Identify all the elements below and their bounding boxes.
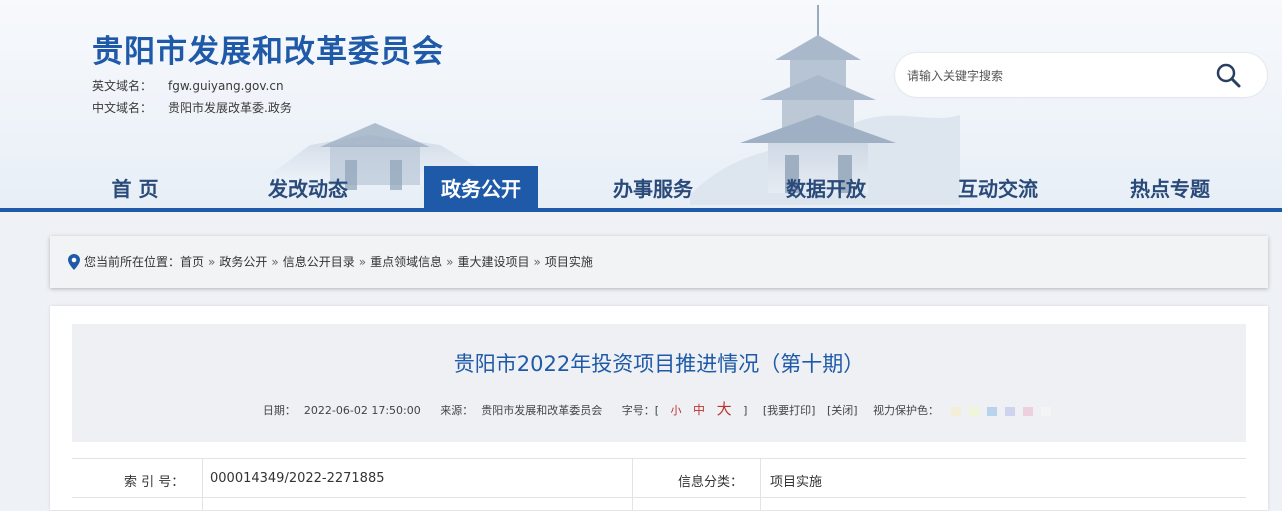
nav-item-open-data[interactable]: 数据开放 xyxy=(766,166,886,209)
nav-underline xyxy=(0,208,1282,212)
font-large-button[interactable]: 大 xyxy=(717,400,732,418)
en-domain-label: 英文域名： xyxy=(92,79,153,93)
nav-item-topics[interactable]: 热点专题 xyxy=(1110,166,1230,209)
search-box xyxy=(895,53,1267,97)
breadcrumb-item-home[interactable]: 首页 xyxy=(180,253,204,270)
nav-item-services[interactable]: 办事服务 xyxy=(593,166,713,209)
breadcrumb-prefix: 您当前所在位置： xyxy=(84,255,181,269)
breadcrumb-item-catalog[interactable]: 信息公开目录 xyxy=(283,253,355,270)
font-size-label: 字号：[ xyxy=(621,404,660,417)
breadcrumb-item-major-projects[interactable]: 重大建设项目 xyxy=(457,253,529,270)
article-title: 贵阳市2022年投资项目推进情况（第十期） xyxy=(453,352,865,376)
search-input[interactable] xyxy=(905,65,1199,87)
font-medium-button[interactable]: 中 xyxy=(693,403,705,417)
eye-color-swatch[interactable] xyxy=(987,406,998,416)
breadcrumb-separator: » xyxy=(208,254,216,269)
category-value: 项目实施 xyxy=(770,475,823,490)
date-label: 日期： xyxy=(262,404,296,417)
search-icon[interactable] xyxy=(1215,62,1241,88)
breadcrumb-separator: » xyxy=(358,254,367,269)
index-value: 000014349/2022-2271885 xyxy=(210,471,385,486)
category-label: 信息分类： xyxy=(678,475,744,490)
en-domain-value: fgw.guiyang.gov.cn xyxy=(168,79,284,93)
breadcrumb: 您当前所在位置： 首页 » 政务公开 » 信息公开目录 » 重点领域信息 » 重… xyxy=(68,253,593,270)
breadcrumb-item-gov-affairs[interactable]: 政务公开 xyxy=(219,253,267,270)
source-value: 贵阳市发展和改革委员会 xyxy=(481,404,603,417)
source-label: 来源： xyxy=(440,404,474,417)
eye-color-swatch[interactable] xyxy=(1005,406,1016,416)
breadcrumb-bar: 您当前所在位置： 首页 » 政务公开 » 信息公开目录 » 重点领域信息 » 重… xyxy=(50,236,1268,288)
eye-care-label: 视力保护色： xyxy=(873,404,940,417)
info-table: 索 引 号： 000014349/2022-2271885 信息分类： 项目实施 xyxy=(72,458,1246,511)
breadcrumb-separator: » xyxy=(446,254,454,269)
eye-care-swatches xyxy=(947,404,1055,417)
main-nav: 首 页 发改动态 政务公开 办事服务 数据开放 互动交流 热点专题 xyxy=(0,166,1282,212)
close-button[interactable]: [关闭] xyxy=(827,404,858,417)
nav-item-home[interactable]: 首 页 xyxy=(75,166,195,209)
eye-color-swatch[interactable] xyxy=(951,406,962,416)
article-meta: 日期： 2022-06-02 17:50:00 来源： 贵阳市发展和改革委员会 字号… xyxy=(72,398,1246,419)
site-header: 贵阳市发展和改革委员会 英文域名： fgw.guiyang.gov.cn 中文域名… xyxy=(0,0,1282,212)
breadcrumb-separator: » xyxy=(533,254,541,269)
article-content: 贵阳市2022年投资项目推进情况（第十期） 日期： 2022-06-02 17:5… xyxy=(50,306,1268,511)
location-pin-icon xyxy=(68,253,80,270)
breadcrumb-item-key-areas[interactable]: 重点领域信息 xyxy=(370,253,442,270)
breadcrumb-item-implementation[interactable]: 项目实施 xyxy=(545,253,593,270)
date-value: 2022-06-02 17:50:00 xyxy=(303,404,421,417)
font-size-close: ] xyxy=(743,404,748,417)
table-divider xyxy=(632,459,633,511)
nav-item-news[interactable]: 发改动态 xyxy=(248,166,368,209)
site-title: 贵阳市发展和改革委员会 xyxy=(92,34,444,70)
article-header: 贵阳市2022年投资项目推进情况（第十期） 日期： 2022-06-02 17:5… xyxy=(72,324,1246,442)
table-divider xyxy=(760,459,761,511)
en-domain: 英文域名： fgw.guiyang.gov.cn xyxy=(92,77,284,94)
eye-color-swatch[interactable] xyxy=(1023,406,1034,416)
cn-domain-value: 贵阳市发展改革委.政务 xyxy=(168,101,292,115)
font-small-button[interactable]: 小 xyxy=(671,404,682,417)
nav-item-interaction[interactable]: 互动交流 xyxy=(938,166,1058,209)
nav-item-gov-affairs[interactable]: 政务公开 xyxy=(424,166,538,209)
print-button[interactable]: [我要打印] xyxy=(763,404,816,417)
cn-domain: 中文域名： 贵阳市发展改革委.政务 xyxy=(92,99,292,116)
table-divider xyxy=(202,459,203,511)
cn-domain-label: 中文域名： xyxy=(92,101,153,115)
breadcrumb-separator: » xyxy=(271,254,279,269)
eye-color-swatch[interactable] xyxy=(1041,406,1052,416)
index-label: 索 引 号： xyxy=(124,475,185,490)
eye-color-swatch[interactable] xyxy=(969,406,980,416)
table-row-divider xyxy=(72,497,1246,498)
